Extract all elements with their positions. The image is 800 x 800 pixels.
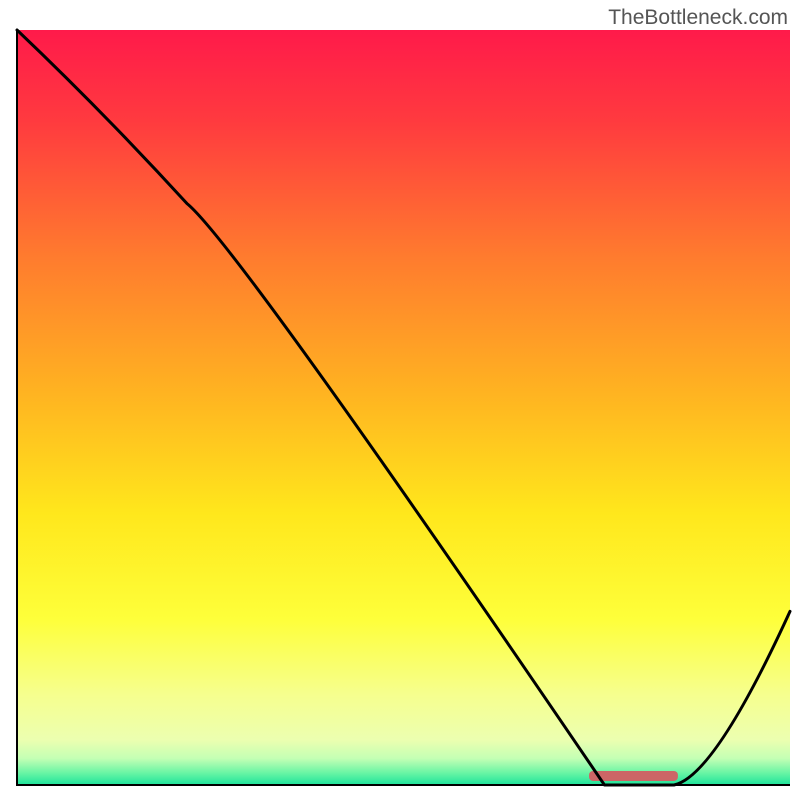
chart-container: TheBottleneck.com bbox=[0, 0, 800, 800]
watermark-label: TheBottleneck.com bbox=[608, 6, 788, 30]
chart-background bbox=[17, 30, 790, 785]
chart-plot bbox=[0, 0, 800, 800]
